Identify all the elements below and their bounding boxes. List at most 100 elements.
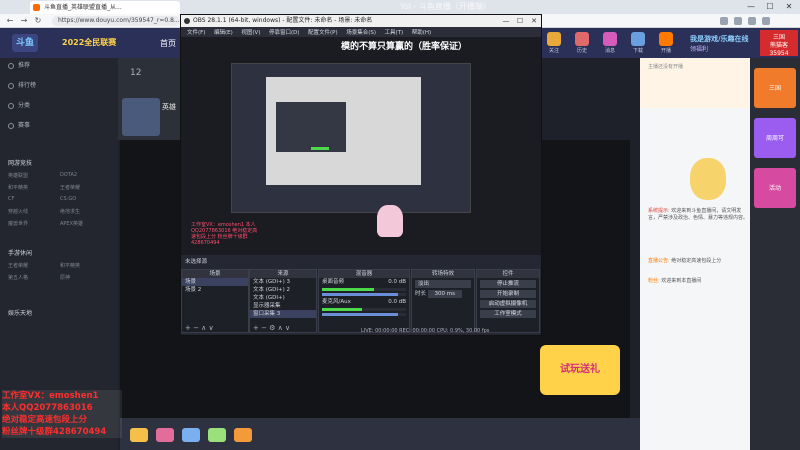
history-icon[interactable]: [575, 32, 589, 46]
scenes-dock: 场景 场景 场景 2 + − ∧ ∨: [181, 269, 249, 333]
download-icon[interactable]: [631, 32, 645, 46]
mixer-slider[interactable]: [322, 313, 406, 316]
sidebar-mobile-game[interactable]: 王者荣耀: [8, 262, 28, 269]
gift-icon[interactable]: [156, 428, 174, 442]
sidebar-game[interactable]: 魔兽世界: [8, 220, 28, 227]
virtual-camera-button[interactable]: 启动虚拟摄像机: [480, 300, 536, 308]
header-label-follow: 关注: [548, 48, 559, 54]
gift-icon[interactable]: [234, 428, 252, 442]
sidebar-item-label: 推荐: [18, 62, 31, 69]
duration-input[interactable]: 300 ms: [427, 290, 462, 298]
start-recording-button[interactable]: 开始录制: [480, 290, 536, 298]
favorites-icon[interactable]: [734, 17, 742, 25]
site-logo[interactable]: 斗鱼: [12, 34, 39, 52]
obs-close-button[interactable]: ✕: [527, 15, 541, 27]
stop-stream-button[interactable]: 停止推流: [480, 280, 536, 288]
chat-username: 系统提示:: [648, 208, 670, 214]
rank-icon: [8, 82, 14, 89]
source-item[interactable]: 文本 (GDI+): [250, 294, 316, 302]
source-item[interactable]: 文本 (GDI+) 3: [250, 278, 316, 286]
gift-icon[interactable]: [208, 428, 226, 442]
promo-title[interactable]: 我是游戏/乐趣在线: [690, 34, 749, 44]
scenes-toolbar[interactable]: + − ∧ ∨: [182, 324, 248, 332]
sidebar-game[interactable]: 穿越火线: [8, 208, 28, 215]
mixer-meter: [322, 308, 406, 311]
sidebar-game[interactable]: CS:GO: [60, 196, 76, 202]
events-icon: [8, 122, 14, 129]
streamer-avatar[interactable]: [122, 98, 160, 136]
sidebar-item-label: 排行榜: [18, 82, 37, 89]
mixer-channel-name: 麦克风/Aux 0.0 dB: [319, 298, 409, 306]
scene-item[interactable]: 场景 2: [182, 286, 248, 294]
rail-badge-label: 活动: [768, 185, 781, 192]
message-icon[interactable]: [603, 32, 617, 46]
streamer-level: 12: [130, 68, 142, 78]
minimize-button[interactable]: —: [742, 0, 760, 14]
source-item[interactable]: 文本 (GDI+) 2: [250, 286, 316, 294]
sidebar-item-events[interactable]: 赛事: [8, 120, 30, 132]
broadcast-icon[interactable]: [659, 32, 673, 46]
chat-sys-msg: 主播还没有开播: [648, 64, 684, 70]
profile-icon[interactable]: [748, 17, 756, 25]
menu-icon[interactable]: [762, 17, 770, 25]
obs-preview[interactable]: 模的不算只算赢的（胜率保证） 工作室VX：emoshen1 本人QQ207786…: [181, 37, 541, 255]
sidebar-game[interactable]: 和平精英: [8, 184, 28, 191]
sidebar-item-category[interactable]: 分类: [8, 100, 30, 112]
watermark-line: 粉丝牌十级群428670494: [2, 427, 107, 437]
sidebar-mobile-game[interactable]: 和平精英: [60, 262, 80, 269]
douyu-favicon-icon: [33, 4, 40, 11]
sidebar-game[interactable]: 王者荣耀: [60, 184, 80, 191]
obs-status-bar: LIVE: 00:00:00 REC: 00:00:00 CPU: 0.9%, …: [361, 328, 490, 334]
chat-text: 绝对稳定高速包段上分: [671, 258, 722, 264]
maximize-button[interactable]: ☐: [761, 0, 779, 14]
scene-item[interactable]: 场景: [182, 278, 248, 286]
header-label-history: 历史: [576, 48, 587, 54]
source-item[interactable]: 显示器采集: [250, 302, 316, 310]
close-button[interactable]: ✕: [780, 0, 798, 14]
chat-mascot: [690, 158, 726, 200]
source-item[interactable]: 窗口采集 3: [250, 310, 316, 318]
gift-icon[interactable]: [130, 428, 148, 442]
sidebar-game[interactable]: 英雄联盟: [8, 172, 28, 179]
watermark-line: 本人QQ2077863016: [2, 403, 93, 413]
follow-icon[interactable]: [547, 32, 561, 46]
sources-toolbar[interactable]: + − ⚙ ∧ ∨: [250, 324, 316, 332]
chat-username: 粉丝:: [648, 278, 660, 284]
sidebar-game[interactable]: 绝地求生: [60, 208, 80, 215]
chat-message: 系统提示: 欢迎来到斗鱼直播间，请文明发言，严禁涉及政治、色情、暴力等违规内容。: [648, 208, 748, 222]
transition-select[interactable]: 淡出: [415, 280, 471, 288]
obs-title: OBS 28.1.1 (64-bit, windows) - 配置文件: 未命名…: [193, 17, 373, 24]
sidebar-section-more: 娱乐天地: [8, 310, 33, 317]
obs-minimize-button[interactable]: —: [499, 15, 513, 27]
nav-home-link[interactable]: 首页: [160, 38, 176, 49]
top-badge-line3: 35954: [769, 50, 789, 57]
sidebar-item-recommend[interactable]: 推荐: [8, 60, 30, 72]
sidebar-game[interactable]: DOTA2: [60, 172, 77, 178]
trial-gift-ad[interactable]: 试玩送礼: [540, 345, 620, 395]
sidebar-mobile-game[interactable]: 第五人格: [8, 274, 28, 281]
browser-tab[interactable]: 斗鱼直播_英雄联盟直播_从...: [30, 1, 180, 14]
extension-icon[interactable]: [720, 17, 728, 25]
obs-menu-bar: 文件(F) 编辑(E) 视图(V) 停靠窗口(D) 配置文件(P) 场景集合(S…: [181, 27, 541, 37]
event-banner[interactable]: 2022全民联赛: [62, 37, 116, 48]
top-badge-line2: 熊猫客: [769, 42, 788, 49]
obs-logo-icon: [184, 18, 190, 24]
url-input[interactable]: https://www.douyu.com/359547_r=0.8...: [52, 16, 180, 26]
refresh-icon[interactable]: ↻: [32, 15, 44, 27]
duration-label: 时长: [415, 291, 427, 297]
top-right-badge[interactable]: 三国 熊猫客 35954: [760, 30, 798, 57]
back-icon[interactable]: ←: [4, 15, 16, 27]
obs-docks: 未选择源 场景 场景 场景 2 + − ∧ ∨ 来源 文本 (GDI+) 3 文…: [181, 255, 541, 335]
header-label-broadcast: 开播: [660, 48, 671, 54]
obs-maximize-button[interactable]: ☐: [513, 15, 527, 27]
studio-mode-button[interactable]: 工作室模式: [480, 310, 536, 318]
sidebar-game[interactable]: APEX英雄: [60, 220, 83, 227]
mixer-slider[interactable]: [322, 293, 406, 296]
scenes-title: 场景: [182, 270, 248, 278]
sidebar-mobile-game[interactable]: 原神: [60, 274, 70, 281]
forward-icon[interactable]: →: [18, 15, 30, 27]
gift-icon[interactable]: [182, 428, 200, 442]
sidebar-game[interactable]: CF: [8, 196, 14, 202]
sidebar-item-rank[interactable]: 排行榜: [8, 80, 36, 92]
channel-label: 麦克风/Aux: [322, 299, 351, 305]
